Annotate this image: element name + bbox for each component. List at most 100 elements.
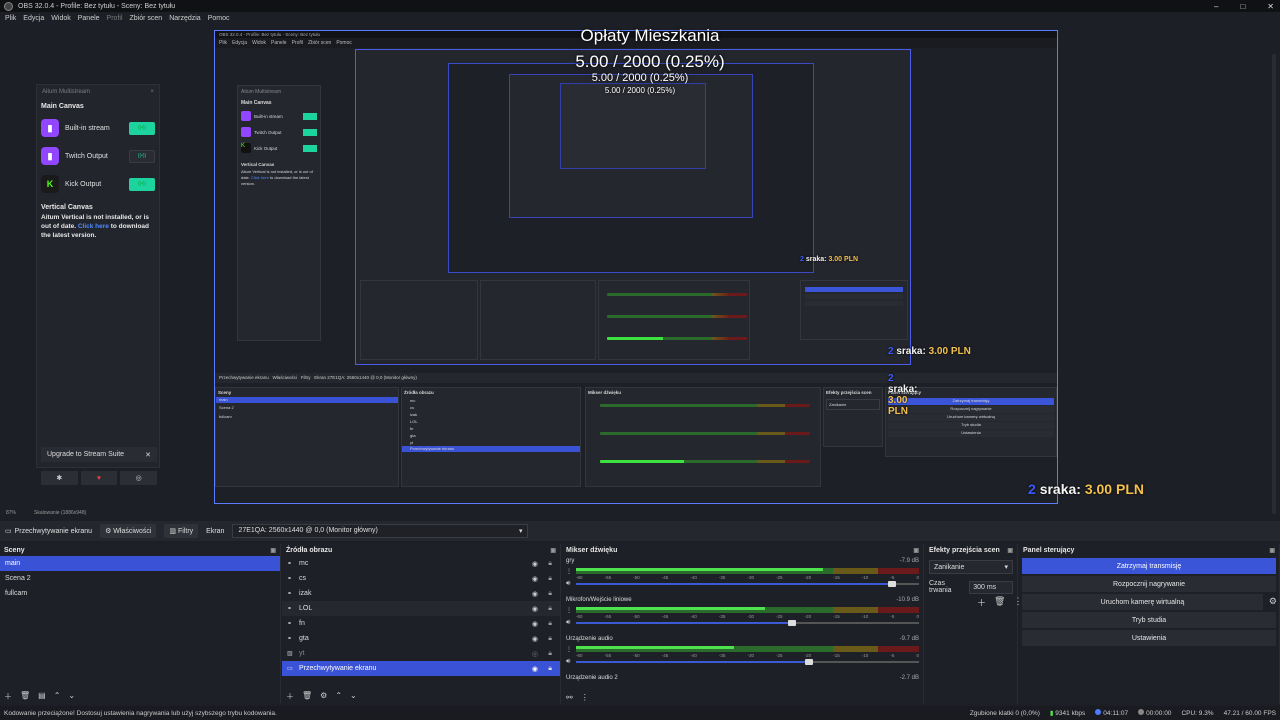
channel-menu-icon[interactable]: ⋮ <box>566 607 572 614</box>
source-item[interactable]: ⚭ LOL ◉ 🔒︎ <box>282 601 560 616</box>
scale-tick: -30 <box>747 575 754 580</box>
minimize-button[interactable]: – <box>1214 2 1218 11</box>
filters-button[interactable]: ▥ Filtry <box>164 524 199 538</box>
chat-icon[interactable]: ◎ <box>120 471 158 485</box>
hidden-icon[interactable]: ◎ <box>532 650 538 658</box>
volume-slider[interactable] <box>576 581 919 587</box>
visibility-icon[interactable]: ◉ <box>532 635 538 643</box>
controls-dock: Panel sterujący ▣ Zatrzymaj transmisję Ro… <box>1019 544 1280 704</box>
add-icon[interactable]: ＋ <box>977 596 986 609</box>
scene-item[interactable]: Scena 2 <box>0 571 280 586</box>
add-icon[interactable]: ＋ <box>286 691 294 702</box>
source-item[interactable]: ⚭ cs ◉ 🔒︎ <box>282 571 560 586</box>
twitch-icon: ▮ <box>41 147 59 165</box>
menu-tools[interactable]: Narzędzia <box>169 15 201 22</box>
source-item[interactable]: ▨ yt ◎ 🔒︎ <box>282 646 560 661</box>
transition-select[interactable]: Zanikanie ▾ <box>929 560 1013 574</box>
visibility-icon[interactable]: ◉ <box>532 665 538 673</box>
speaker-icon[interactable]: 🔊︎ <box>566 658 570 666</box>
screen-select[interactable]: 27E1QA: 2560x1440 @ 0,0 (Monitor główny)… <box>232 524 529 538</box>
dock-menu-icon[interactable]: ▣ <box>270 547 276 554</box>
maximize-button[interactable]: □ <box>1240 2 1245 11</box>
lock-icon[interactable]: 🔒︎ <box>548 575 552 583</box>
screen-label: Ekran <box>206 527 225 535</box>
slider-handle[interactable] <box>805 659 814 665</box>
menu-profile[interactable]: Profil <box>107 15 123 22</box>
studio-mode-button[interactable]: Tryb studia <box>1022 612 1276 628</box>
settings-icon[interactable]: ✱ <box>41 471 78 485</box>
start-recording-button[interactable]: Rozpocznij nagrywanie <box>1022 576 1276 592</box>
output-toggle-button[interactable]: ((•)) <box>129 177 155 191</box>
upgrade-close-icon[interactable]: ✕ <box>145 451 151 459</box>
zoom-level[interactable]: 87% <box>6 510 16 518</box>
move-down-icon[interactable]: ⌄ <box>68 691 75 702</box>
scale-tick: -60 <box>576 614 583 619</box>
settings-button[interactable]: Ustawienia <box>1022 630 1276 646</box>
lock-icon[interactable]: 🔒︎ <box>548 590 552 598</box>
visibility-icon[interactable]: ◉ <box>532 575 538 583</box>
visibility-icon[interactable]: ◉ <box>532 605 538 613</box>
link-icon[interactable]: ⚯ <box>566 693 573 702</box>
start-virtual-camera-button[interactable]: Uruchom kamerę wirtualną ⚙ <box>1022 594 1277 610</box>
scaling-label[interactable]: Skalowanie (1886x948) <box>34 510 86 518</box>
source-item[interactable]: ⚭ gta ◉ 🔒︎ <box>282 631 560 646</box>
slider-handle[interactable] <box>887 581 896 587</box>
output-toggle-button[interactable]: ((•)) <box>129 121 155 135</box>
output-toggle-button[interactable]: ((•)) <box>129 149 155 163</box>
scale-tick: -30 <box>747 614 754 619</box>
preview-area[interactable]: Aitum Multistream × Main Canvas ▮ Built-… <box>0 24 1280 514</box>
source-item[interactable]: ⚭ izak ◉ 🔒︎ <box>282 586 560 601</box>
properties-button[interactable]: ⚙ Właściwości <box>100 524 157 538</box>
dock-close-icon[interactable]: × <box>150 89 154 95</box>
menu-file[interactable]: Plik <box>5 15 16 22</box>
dock-menu-icon[interactable]: ▣ <box>550 547 556 554</box>
slider-handle[interactable] <box>788 620 797 626</box>
menu-scene-collection[interactable]: Zbiór scen <box>130 15 163 22</box>
scene-item[interactable]: main <box>0 556 280 571</box>
source-item[interactable]: ⚭ fn ◉ 🔒︎ <box>282 616 560 631</box>
lock-icon[interactable]: 🔒︎ <box>548 605 552 613</box>
volume-slider[interactable] <box>576 620 919 626</box>
lock-icon[interactable]: 🔒︎ <box>548 620 552 628</box>
lock-icon[interactable]: 🔒︎ <box>548 635 552 643</box>
visibility-icon[interactable]: ◉ <box>532 560 538 568</box>
source-item[interactable]: ⚭ mc ◉ 🔒︎ <box>282 556 560 571</box>
filter-icon[interactable]: ▤ <box>38 691 46 702</box>
heart-icon[interactable]: ♥ <box>80 471 118 485</box>
add-icon[interactable]: ＋ <box>4 691 12 702</box>
menu-view[interactable]: Widok <box>51 15 70 22</box>
channel-menu-icon[interactable]: ⋮ <box>566 568 572 575</box>
stop-streaming-button[interactable]: Zatrzymaj transmisję <box>1022 558 1276 574</box>
move-down-icon[interactable]: ⌄ <box>350 691 357 702</box>
duration-input[interactable]: 300 ms <box>969 580 1013 594</box>
more-icon[interactable]: ⋮ <box>581 693 589 702</box>
dock-menu-icon[interactable]: ▣ <box>1269 547 1275 554</box>
menu-docks[interactable]: Panele <box>78 15 100 22</box>
dock-menu-icon[interactable]: ▣ <box>1007 547 1013 554</box>
close-button[interactable]: ✕ <box>1267 2 1274 11</box>
gear-icon[interactable]: ⚙ <box>1269 596 1277 607</box>
download-link[interactable]: Click here <box>78 223 109 230</box>
channel-menu-icon[interactable]: ⋮ <box>566 646 572 653</box>
dock-menu-icon[interactable]: ▣ <box>913 547 919 554</box>
lock-icon[interactable]: 🔒︎ <box>548 560 552 568</box>
menu-edit[interactable]: Edycja <box>23 15 44 22</box>
settings-icon[interactable]: ⚙ <box>320 691 327 702</box>
lock-icon[interactable]: 🔒︎ <box>548 665 552 673</box>
upgrade-button[interactable]: Upgrade to Stream Suite ✕ <box>41 447 157 462</box>
preview-scrollbar[interactable] <box>1272 54 1276 514</box>
trash-icon[interactable]: 🗑 <box>302 691 312 702</box>
scene-item[interactable]: fullcam <box>0 586 280 601</box>
speaker-icon[interactable]: 🔊︎ <box>566 580 570 588</box>
volume-slider[interactable] <box>576 659 919 665</box>
trash-icon[interactable]: 🗑 <box>20 691 30 702</box>
source-item[interactable]: ▭ Przechwytywanie ekranu ◉ 🔒︎ <box>282 661 560 676</box>
lock-icon[interactable]: 🔒︎ <box>548 650 552 658</box>
menu-help[interactable]: Pomoc <box>208 15 230 22</box>
visibility-icon[interactable]: ◉ <box>532 620 538 628</box>
move-up-icon[interactable]: ⌃ <box>335 691 342 702</box>
move-up-icon[interactable]: ⌃ <box>54 691 61 702</box>
speaker-icon[interactable]: 🔊︎ <box>566 619 570 627</box>
trash-icon[interactable]: 🗑 <box>994 596 1005 609</box>
visibility-icon[interactable]: ◉ <box>532 590 538 598</box>
